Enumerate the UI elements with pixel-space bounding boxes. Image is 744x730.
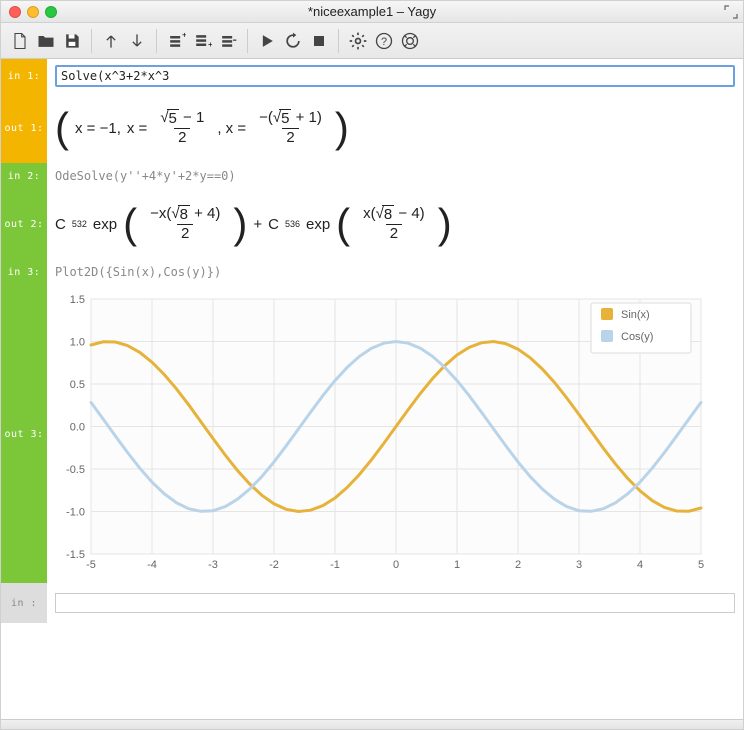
minimize-icon[interactable]	[27, 6, 39, 18]
notebook-area[interactable]: in 1: out 1: ( x = −1, x = 5 − 12 , x = …	[1, 59, 743, 719]
svg-text:1: 1	[454, 559, 460, 571]
toolbar: + + ?	[1, 23, 743, 59]
svg-text:-1.0: -1.0	[66, 507, 85, 519]
svg-text:-1.5: -1.5	[66, 549, 85, 561]
reload-icon[interactable]	[280, 28, 306, 54]
math-output: ( x = −1, x = 5 − 12 , x = −(5 + 1)2 )	[47, 93, 743, 163]
cell-label-in: in 1:	[1, 59, 47, 93]
svg-text:Sin(x): Sin(x)	[621, 309, 650, 321]
arrow-up-icon[interactable]	[98, 28, 124, 54]
save-icon[interactable]	[59, 28, 85, 54]
help-icon[interactable]: ?	[371, 28, 397, 54]
app-window: *niceexample1 – Yagy + + ? in 1: out 1:	[0, 0, 744, 730]
insert-below-icon[interactable]: +	[189, 28, 215, 54]
math-text: , x =	[217, 120, 246, 137]
svg-text:-3: -3	[208, 559, 218, 571]
cell-label-out: out 3:	[1, 285, 47, 583]
plot-output: -5 -4 -3 -2 -1 0 1 2 3 4 5 -1.5 -1.0 -0.5 0.0 0.5 1.0 1.5…	[47, 285, 743, 583]
remove-cell-icon[interactable]	[215, 28, 241, 54]
svg-text:-0.5: -0.5	[66, 464, 85, 476]
svg-text:?: ?	[381, 36, 387, 48]
svg-text:+: +	[208, 38, 212, 48]
traffic-lights	[9, 6, 57, 18]
svg-text:Cos(y): Cos(y)	[621, 331, 653, 343]
cell-label-out: out 2:	[1, 189, 47, 259]
svg-text:-4: -4	[147, 559, 157, 571]
cell-label-in: in 3:	[1, 259, 47, 285]
svg-text:4: 4	[637, 559, 643, 571]
stop-icon[interactable]	[306, 28, 332, 54]
svg-text:0.0: 0.0	[70, 422, 85, 434]
gear-icon[interactable]	[345, 28, 371, 54]
svg-text:0.5: 0.5	[70, 379, 85, 391]
titlebar[interactable]: *niceexample1 – Yagy	[1, 1, 743, 23]
cell-label-out: out 1:	[1, 93, 47, 163]
status-bar	[1, 719, 743, 729]
open-folder-icon[interactable]	[33, 28, 59, 54]
code-cell[interactable]: Plot2D({Sin(x),Cos(y)})	[47, 259, 743, 285]
svg-text:1.0: 1.0	[70, 337, 85, 349]
insert-above-icon[interactable]: +	[163, 28, 189, 54]
math-output: C532 exp ( −x(8 + 4)2 ) + C536 exp ( x(8…	[47, 189, 743, 259]
arrow-down-icon[interactable]	[124, 28, 150, 54]
svg-text:0: 0	[393, 559, 399, 571]
zoom-icon[interactable]	[45, 6, 57, 18]
cell-label-in-empty: in :	[1, 583, 47, 623]
svg-text:2: 2	[515, 559, 521, 571]
plot2d-chart[interactable]: -5 -4 -3 -2 -1 0 1 2 3 4 5 -1.5 -1.0 -0.5 0.0 0.5 1.0 1.5…	[51, 289, 711, 579]
cell-input	[47, 59, 743, 93]
svg-text:-5: -5	[86, 559, 96, 571]
fullscreen-icon[interactable]	[723, 4, 739, 20]
new-file-icon[interactable]	[7, 28, 33, 54]
svg-text:-2: -2	[269, 559, 279, 571]
code-cell[interactable]: OdeSolve(y''+4*y'+2*y==0)	[47, 163, 743, 189]
math-text: x =	[127, 120, 147, 137]
cell-label-in: in 2:	[1, 163, 47, 189]
lifebuoy-icon[interactable]	[397, 28, 423, 54]
math-text: x = −1,	[75, 120, 121, 137]
svg-text:1.5: 1.5	[70, 294, 85, 306]
window-title: *niceexample1 – Yagy	[1, 4, 743, 19]
svg-text:+: +	[182, 31, 186, 40]
close-icon[interactable]	[9, 6, 21, 18]
empty-input-cell[interactable]	[47, 583, 743, 623]
svg-text:-1: -1	[330, 559, 340, 571]
svg-text:5: 5	[698, 559, 704, 571]
svg-text:3: 3	[576, 559, 582, 571]
code-input[interactable]	[55, 65, 735, 87]
run-icon[interactable]	[254, 28, 280, 54]
